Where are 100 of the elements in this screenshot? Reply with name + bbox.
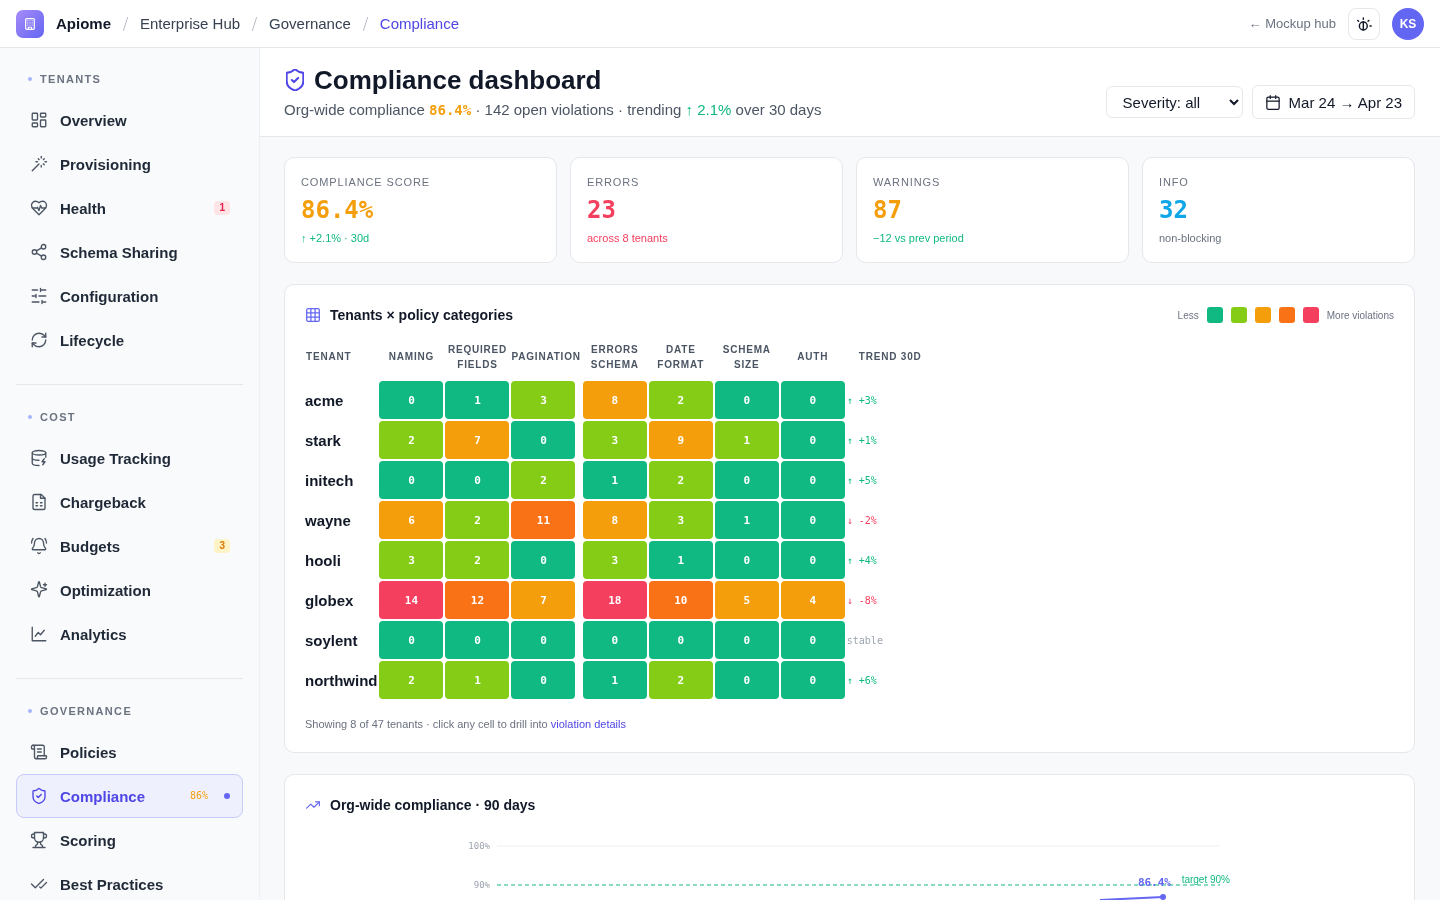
heatmap-cell[interactable]: 3 bbox=[582, 421, 647, 459]
heatmap-cell[interactable]: 4 bbox=[780, 581, 845, 619]
heatmap-cell[interactable]: 0 bbox=[780, 461, 845, 499]
sidebar-item[interactable]: Provisioning bbox=[16, 142, 243, 186]
heatmap-cell[interactable]: 14 bbox=[379, 581, 444, 619]
sidebar-item[interactable]: Chargeback bbox=[16, 480, 243, 524]
breadcrumb-link[interactable]: Governance bbox=[269, 15, 351, 32]
heatmap-cell[interactable]: 0 bbox=[511, 661, 576, 699]
wand-icon bbox=[30, 155, 48, 173]
sidebar-item[interactable]: Overview bbox=[16, 98, 243, 142]
heatmap-cell[interactable]: 8 bbox=[582, 381, 647, 419]
slash-icon bbox=[123, 16, 128, 31]
slash-icon bbox=[362, 16, 368, 31]
breadcrumb-link[interactable]: Apiome bbox=[56, 15, 111, 32]
heatmap-cell[interactable]: 1 bbox=[714, 501, 779, 539]
heatmap-cell[interactable]: 0 bbox=[379, 621, 444, 659]
stat-value: 32 bbox=[1159, 195, 1189, 225]
heatmap-cell[interactable]: 0 bbox=[714, 461, 779, 499]
legend-label: More violations bbox=[1326, 309, 1394, 321]
color-swatch-icon bbox=[1206, 307, 1223, 323]
heatmap-cell[interactable]: 7 bbox=[445, 421, 510, 459]
heatmap-cell[interactable]: 2 bbox=[445, 501, 510, 539]
heatmap-cell[interactable]: 1 bbox=[445, 381, 510, 419]
stat-value: 86.4% bbox=[301, 195, 375, 225]
heatmap-cell[interactable]: 2 bbox=[445, 541, 510, 579]
column-header: REQUIRED FIELDS bbox=[446, 343, 509, 372]
heatmap-cell[interactable]: 1 bbox=[445, 661, 510, 699]
stat-note: −12 vs prev period bbox=[873, 231, 965, 246]
heatmap-cell[interactable]: 3 bbox=[648, 501, 713, 539]
heatmap-cell[interactable]: 0 bbox=[714, 621, 779, 659]
back-link[interactable]: ← Mockup hub bbox=[1248, 16, 1336, 31]
sidebar-item[interactable]: Schema Sharing bbox=[16, 230, 243, 274]
heatmap-cell[interactable]: 2 bbox=[379, 421, 444, 459]
heatmap-cell[interactable]: 0 bbox=[714, 661, 779, 699]
sidebar-item[interactable]: Configuration bbox=[16, 274, 243, 318]
heatmap-cell[interactable]: 0 bbox=[511, 621, 576, 659]
color-swatch-icon bbox=[1254, 307, 1271, 323]
sidebar-item[interactable]: Optimization bbox=[16, 568, 243, 612]
sidebar-item[interactable]: Policies bbox=[16, 730, 243, 774]
heatmap-cell[interactable]: 0 bbox=[648, 621, 713, 659]
sidebar-item[interactable]: Lifecycle bbox=[16, 318, 243, 362]
heatmap-cell[interactable]: 1 bbox=[582, 661, 647, 699]
heatmap-cell[interactable]: 0 bbox=[780, 661, 845, 699]
severity-select[interactable]: Severity: all bbox=[1105, 86, 1243, 118]
heatmap-cell[interactable]: 3 bbox=[582, 541, 647, 579]
heatmap-cell[interactable]: 2 bbox=[648, 461, 713, 499]
heatmap-cell[interactable]: 3 bbox=[379, 541, 444, 579]
sidebar-item[interactable]: Budgets 3 bbox=[16, 524, 243, 568]
heatmap-cell[interactable]: 9 bbox=[648, 421, 713, 459]
heatmap-cell[interactable]: 0 bbox=[780, 381, 845, 419]
heatmap-cell[interactable]: 0 bbox=[780, 421, 845, 459]
heatmap-cell[interactable]: 2 bbox=[511, 461, 576, 499]
legend-label: Less bbox=[1177, 309, 1199, 321]
heatmap-cell[interactable]: 0 bbox=[780, 541, 845, 579]
building-icon bbox=[16, 9, 44, 38]
sidebar-item[interactable]: Scoring bbox=[16, 818, 243, 862]
scroll-icon bbox=[30, 743, 48, 761]
heatmap-cell[interactable]: 0 bbox=[780, 501, 845, 539]
sidebar-item[interactable]: Analytics bbox=[16, 612, 243, 656]
breadcrumb-link[interactable]: Enterprise Hub bbox=[140, 15, 241, 32]
heatmap-cell[interactable]: 0 bbox=[511, 421, 576, 459]
heatmap-cell[interactable]: 0 bbox=[511, 541, 576, 579]
theme-toggle-button[interactable] bbox=[1348, 7, 1380, 40]
sidebar-item[interactable]: Health 1 bbox=[16, 186, 243, 230]
color-swatch-icon bbox=[1278, 307, 1295, 323]
heatmap-cell[interactable]: 8 bbox=[582, 501, 647, 539]
heatmap-cell[interactable]: 1 bbox=[714, 421, 779, 459]
heatmap-cell[interactable]: 2 bbox=[379, 661, 444, 699]
trending-up-icon bbox=[306, 798, 320, 812]
heatmap-cell[interactable]: 0 bbox=[714, 541, 779, 579]
trend-text: stable bbox=[846, 634, 883, 646]
heatmap-cell[interactable]: 1 bbox=[582, 461, 647, 499]
heatmap-cell[interactable]: 10 bbox=[648, 581, 713, 619]
target-label: target 90% bbox=[1181, 874, 1230, 885]
heatmap-cell[interactable]: 0 bbox=[445, 621, 510, 659]
heatmap-cell[interactable]: 0 bbox=[582, 621, 647, 659]
sidebar-item[interactable]: Compliance 86% bbox=[16, 774, 243, 818]
heatmap-cell[interactable]: 18 bbox=[582, 581, 647, 619]
heatmap-cell[interactable]: 2 bbox=[648, 661, 713, 699]
heatmap-cell[interactable]: 0 bbox=[445, 461, 510, 499]
sidebar-item[interactable]: Best Practices bbox=[16, 862, 243, 900]
heatmap-cell[interactable]: 5 bbox=[714, 581, 779, 619]
sidebar-item[interactable]: Usage Tracking bbox=[16, 436, 243, 480]
user-avatar[interactable]: KS bbox=[1392, 7, 1424, 40]
heatmap-cell[interactable]: 0 bbox=[379, 461, 444, 499]
heatmap-cell[interactable]: 7 bbox=[511, 581, 576, 619]
layout-grid-icon bbox=[30, 111, 48, 129]
date-range-button[interactable]: Mar 24 → Apr 23 bbox=[1251, 85, 1415, 119]
heatmap-cell[interactable]: 1 bbox=[648, 541, 713, 579]
heatmap-cell[interactable]: 6 bbox=[379, 501, 444, 539]
heatmap-cell[interactable]: 3 bbox=[511, 381, 576, 419]
breadcrumb-link[interactable]: Compliance bbox=[379, 15, 459, 32]
heatmap-cell[interactable]: 11 bbox=[511, 501, 576, 539]
heatmap-cell[interactable]: 0 bbox=[714, 381, 779, 419]
heatmap-cell[interactable]: 12 bbox=[445, 581, 510, 619]
violation-details-link[interactable]: violation details bbox=[550, 718, 626, 730]
heatmap-cell[interactable]: 0 bbox=[780, 621, 845, 659]
heatmap-cell[interactable]: 0 bbox=[379, 381, 444, 419]
card-title: Org-wide compliance · 90 days bbox=[330, 796, 536, 815]
heatmap-cell[interactable]: 2 bbox=[648, 381, 713, 419]
